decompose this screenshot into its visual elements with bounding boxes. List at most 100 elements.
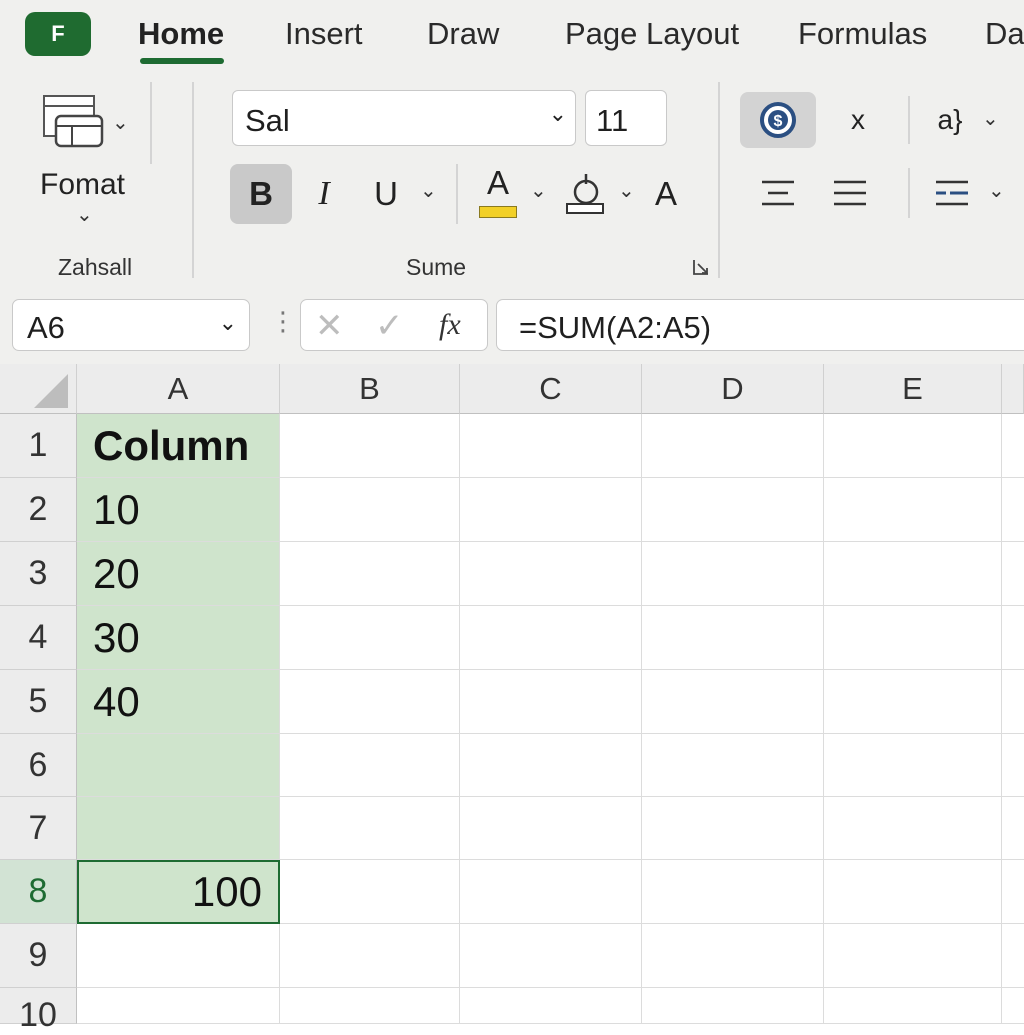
chevron-down-icon[interactable]: ⌄ bbox=[988, 178, 1005, 203]
cell-e9[interactable] bbox=[824, 924, 1002, 988]
select-all-corner[interactable] bbox=[0, 364, 77, 414]
italic-button[interactable]: I bbox=[304, 164, 344, 224]
chevron-down-icon[interactable]: ⌄ bbox=[982, 106, 999, 131]
row-header-7[interactable]: 7 bbox=[0, 797, 77, 860]
format-button-label[interactable]: Fomat bbox=[40, 168, 125, 202]
formula-input[interactable]: =SUM(A2:A5) bbox=[496, 299, 1024, 351]
cell-a8[interactable]: 100 bbox=[77, 860, 280, 924]
underline-button[interactable]: U bbox=[366, 164, 406, 224]
column-header-e[interactable]: E bbox=[824, 364, 1002, 414]
cell-a1[interactable]: Column bbox=[77, 414, 280, 478]
tab-insert[interactable]: Insert bbox=[285, 16, 363, 52]
chevron-down-icon[interactable]: ⌄ bbox=[76, 202, 93, 227]
cell-b10[interactable] bbox=[280, 988, 460, 1024]
cell-b7[interactable] bbox=[280, 797, 460, 860]
cell-b9[interactable] bbox=[280, 924, 460, 988]
font-name-dropdown[interactable]: Sal ⌄ bbox=[232, 90, 576, 146]
cell-d3[interactable] bbox=[642, 542, 824, 606]
chevron-down-icon[interactable]: ⌄ bbox=[618, 178, 635, 203]
cell-c6[interactable] bbox=[460, 734, 642, 797]
cell-d10[interactable] bbox=[642, 988, 824, 1024]
column-header-c[interactable]: C bbox=[460, 364, 642, 414]
cell-b1[interactable] bbox=[280, 414, 460, 478]
align-center-icon[interactable] bbox=[760, 178, 796, 208]
format-table-icon[interactable] bbox=[42, 94, 104, 152]
dialog-launcher-icon[interactable] bbox=[692, 258, 710, 276]
cell-f7[interactable] bbox=[1002, 797, 1024, 860]
row-header-8[interactable]: 8 bbox=[0, 860, 77, 924]
tab-data[interactable]: Da bbox=[985, 16, 1024, 52]
row-header-3[interactable]: 3 bbox=[0, 542, 77, 606]
cell-a10[interactable] bbox=[77, 988, 280, 1024]
enter-check-icon[interactable]: ✓ bbox=[375, 306, 404, 346]
cell-c10[interactable] bbox=[460, 988, 642, 1024]
cell-c2[interactable] bbox=[460, 478, 642, 542]
cell-d8[interactable] bbox=[642, 860, 824, 924]
cell-f10[interactable] bbox=[1002, 988, 1024, 1024]
align-justify-icon[interactable] bbox=[832, 178, 868, 208]
cell-e3[interactable] bbox=[824, 542, 1002, 606]
cell-d2[interactable] bbox=[642, 478, 824, 542]
cell-d7[interactable] bbox=[642, 797, 824, 860]
chevron-down-icon[interactable]: ⌄ bbox=[420, 178, 437, 203]
cell-b5[interactable] bbox=[280, 670, 460, 734]
cell-d5[interactable] bbox=[642, 670, 824, 734]
tab-formulas[interactable]: Formulas bbox=[798, 16, 927, 52]
cell-e7[interactable] bbox=[824, 797, 1002, 860]
cancel-icon[interactable]: ✕ bbox=[315, 306, 344, 346]
cell-e2[interactable] bbox=[824, 478, 1002, 542]
cell-f6[interactable] bbox=[1002, 734, 1024, 797]
cell-e6[interactable] bbox=[824, 734, 1002, 797]
cell-c9[interactable] bbox=[460, 924, 642, 988]
row-header-2[interactable]: 2 bbox=[0, 478, 77, 542]
font-size-field[interactable]: 11 bbox=[585, 90, 667, 146]
cell-a3[interactable]: 20 bbox=[77, 542, 280, 606]
tab-home[interactable]: Home bbox=[138, 16, 224, 52]
cell-c3[interactable] bbox=[460, 542, 642, 606]
column-header-f[interactable] bbox=[1002, 364, 1024, 414]
cell-a7[interactable] bbox=[77, 797, 280, 860]
app-logo[interactable]: F bbox=[25, 12, 91, 56]
grow-font-button[interactable]: A bbox=[648, 164, 684, 224]
cell-f3[interactable] bbox=[1002, 542, 1024, 606]
more-options-icon[interactable]: ⋮ bbox=[270, 306, 296, 337]
row-header-10[interactable]: 10 bbox=[0, 988, 77, 1034]
chevron-down-icon[interactable]: ⌄ bbox=[112, 110, 129, 135]
cell-c8[interactable] bbox=[460, 860, 642, 924]
merge-center-icon[interactable] bbox=[934, 178, 970, 208]
bold-button[interactable]: B bbox=[230, 164, 292, 224]
cell-b4[interactable] bbox=[280, 606, 460, 670]
column-header-d[interactable]: D bbox=[642, 364, 824, 414]
tab-draw[interactable]: Draw bbox=[427, 16, 499, 52]
column-header-a[interactable]: A bbox=[77, 364, 280, 414]
insert-function-button[interactable]: fx bbox=[439, 308, 461, 342]
accounting-format-button[interactable]: $ bbox=[740, 92, 816, 148]
cell-c1[interactable] bbox=[460, 414, 642, 478]
cell-b2[interactable] bbox=[280, 478, 460, 542]
clear-button[interactable]: x bbox=[840, 96, 876, 144]
fill-color-icon[interactable] bbox=[564, 172, 606, 216]
cell-d4[interactable] bbox=[642, 606, 824, 670]
column-header-b[interactable]: B bbox=[280, 364, 460, 414]
tab-page-layout[interactable]: Page Layout bbox=[565, 16, 739, 52]
cell-f5[interactable] bbox=[1002, 670, 1024, 734]
cell-a4[interactable]: 30 bbox=[77, 606, 280, 670]
cell-f8[interactable] bbox=[1002, 860, 1024, 924]
cell-b8[interactable] bbox=[280, 860, 460, 924]
cell-e1[interactable] bbox=[824, 414, 1002, 478]
cell-e4[interactable] bbox=[824, 606, 1002, 670]
row-header-5[interactable]: 5 bbox=[0, 670, 77, 734]
cell-b3[interactable] bbox=[280, 542, 460, 606]
cell-f4[interactable] bbox=[1002, 606, 1024, 670]
cell-e5[interactable] bbox=[824, 670, 1002, 734]
cell-a5[interactable]: 40 bbox=[77, 670, 280, 734]
cell-d1[interactable] bbox=[642, 414, 824, 478]
cell-b6[interactable] bbox=[280, 734, 460, 797]
cell-e10[interactable] bbox=[824, 988, 1002, 1024]
wrap-text-button[interactable]: a} bbox=[930, 96, 970, 144]
row-header-6[interactable]: 6 bbox=[0, 734, 77, 797]
cell-f2[interactable] bbox=[1002, 478, 1024, 542]
cell-e8[interactable] bbox=[824, 860, 1002, 924]
row-header-9[interactable]: 9 bbox=[0, 924, 77, 988]
cell-a9[interactable] bbox=[77, 924, 280, 988]
